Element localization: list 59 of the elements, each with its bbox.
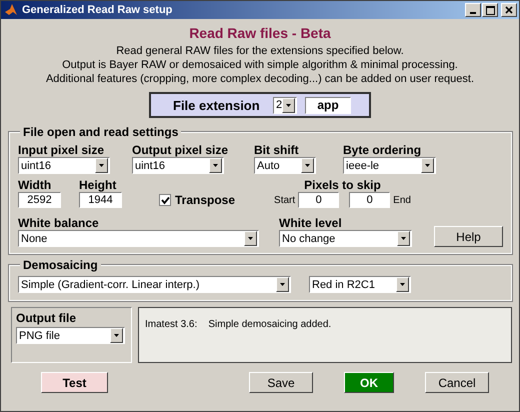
file-extension-label: File extension: [173, 98, 261, 112]
level-label: White level: [279, 216, 343, 230]
panel-title: File open and read settings: [20, 125, 182, 139]
caret-icon: [213, 164, 218, 167]
output-file-label: Output file: [16, 311, 77, 325]
dialog-heading: Read Raw files - Beta: [188, 25, 332, 41]
height-field[interactable]: 1944: [79, 192, 122, 208]
extension-dropdown[interactable]: 2: [273, 96, 297, 114]
description-text: Additional features (cropping, more complex decoding...) can be added on user request.: [44, 72, 476, 86]
field-label: Output pixel size: [132, 143, 228, 157]
close-button[interactable]: [501, 3, 517, 17]
maximize-button[interactable]: [482, 3, 498, 17]
checkbox[interactable]: [159, 194, 171, 206]
start-label: Start: [274, 194, 296, 206]
end-field[interactable]: 0: [349, 192, 390, 208]
caret-icon: [400, 283, 405, 286]
extension-field[interactable]: app: [305, 96, 351, 114]
minimize-button[interactable]: [465, 3, 481, 17]
caret-icon: [114, 334, 119, 337]
demosaicing-dropdown[interactable]: Simple (Gradient-corr. Linear interp.): [18, 276, 291, 293]
balance-label: White balance: [18, 216, 100, 230]
pixels-to-skip-label: Pixels to skip: [303, 178, 382, 192]
caret-icon: [305, 164, 310, 167]
width-label: Width: [18, 178, 52, 192]
help-button[interactable]: Help: [434, 226, 503, 247]
dropdown[interactable]: uint16: [132, 157, 224, 174]
close-icon: [505, 6, 513, 14]
dropdown[interactable]: ieee-le: [343, 157, 436, 174]
dialog-button[interactable]: Test: [41, 372, 108, 393]
caret-icon: [425, 164, 430, 167]
description-text: Output is Bayer RAW or demosaiced with simple algorithm & minimal processing.: [61, 58, 459, 72]
window-title: Generalized Read Raw setup: [22, 4, 172, 16]
panel-title: Demosaicing: [20, 258, 101, 272]
caret-icon: [99, 164, 104, 167]
dialog-button[interactable]: OK: [344, 372, 394, 393]
dropdown[interactable]: uint16: [18, 157, 110, 174]
app-icon: [4, 3, 18, 17]
transpose-checkbox[interactable]: Transpose: [159, 193, 236, 207]
field-label: Bit shift: [254, 143, 300, 157]
caret-icon: [248, 237, 253, 240]
caret-icon: [401, 237, 406, 240]
field-label: Input pixel size: [18, 143, 106, 157]
height-label: Height: [79, 178, 118, 192]
balance-dropdown[interactable]: None: [18, 230, 259, 247]
caret-icon: [280, 283, 285, 286]
dialog-button[interactable]: Save: [249, 372, 313, 393]
dropdown[interactable]: Auto: [254, 157, 316, 174]
field-label: Byte ordering: [343, 143, 422, 157]
caret-icon: [286, 104, 292, 106]
maximize-icon: [486, 6, 494, 14]
width-field[interactable]: 2592: [18, 192, 61, 208]
level-dropdown[interactable]: No change: [279, 230, 412, 247]
description-text: Read general RAW files for the extensions specified below.: [115, 44, 405, 58]
dialog-button[interactable]: Cancel: [425, 372, 489, 393]
end-label: End: [393, 194, 411, 206]
bayer-pattern-dropdown[interactable]: Red in R2C1: [309, 276, 411, 293]
notes-text: Imatest 3.6: Simple demosaicing added.: [145, 319, 332, 330]
start-field[interactable]: 0: [298, 192, 340, 208]
output-file-dropdown[interactable]: PNG file: [16, 327, 125, 344]
